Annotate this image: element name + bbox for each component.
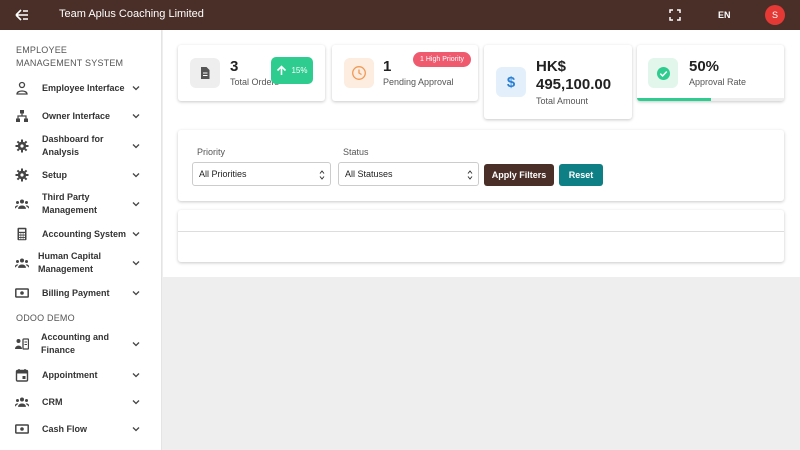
sidebar-item-owner-interface[interactable]: Owner Interface bbox=[0, 106, 160, 126]
sidebar-item-label: Human Capital Management bbox=[38, 251, 102, 274]
apply-filters-button[interactable]: Apply Filters bbox=[484, 164, 554, 186]
stat-card-total-orders: 3 Total Orders 15% bbox=[178, 45, 325, 101]
sidebar-item-label: Owner Interface bbox=[42, 111, 111, 121]
status-select[interactable]: All Statuses bbox=[338, 162, 479, 186]
stat-card-total-amount: $ HK$ 495,100.00 Total Amount bbox=[484, 45, 632, 119]
chevron-down-icon bbox=[132, 173, 140, 178]
gear-icon bbox=[15, 168, 29, 182]
chevron-down-icon bbox=[132, 114, 140, 119]
money-icon bbox=[15, 424, 29, 434]
sidebar-item-label: Billing Payment bbox=[42, 288, 110, 298]
fullscreen-icon[interactable] bbox=[669, 9, 681, 21]
chevron-down-icon bbox=[132, 427, 140, 432]
chevron-down-icon bbox=[132, 202, 140, 207]
language-switch[interactable]: EN bbox=[718, 10, 731, 20]
page-background bbox=[163, 277, 800, 450]
chevron-down-icon bbox=[132, 342, 140, 347]
select-caret-icon bbox=[319, 170, 325, 180]
approval-progress-track bbox=[637, 98, 784, 101]
check-circle-icon bbox=[648, 58, 678, 88]
pending-approval-label: Pending Approval bbox=[383, 77, 454, 87]
document-icon bbox=[190, 58, 220, 88]
calendar-icon bbox=[15, 369, 29, 382]
chevron-down-icon bbox=[132, 261, 140, 266]
sidebar-item-accounting-system[interactable]: Accounting System bbox=[0, 224, 160, 244]
select-caret-icon bbox=[467, 170, 473, 180]
sidebar-item-billing-payment[interactable]: Billing Payment bbox=[0, 283, 160, 303]
sidebar-item-setup[interactable]: Setup bbox=[0, 165, 160, 185]
section-title-odoo-demo: ODOO DEMO bbox=[16, 313, 75, 323]
results-table bbox=[178, 210, 784, 262]
sidebar-item-label: Accounting and Finance bbox=[41, 332, 109, 355]
sidebar-item-label: CRM bbox=[42, 397, 63, 407]
growth-badge: 15% bbox=[271, 57, 313, 84]
person-icon bbox=[16, 81, 28, 95]
reset-button[interactable]: Reset bbox=[559, 164, 603, 186]
status-select-value: All Statuses bbox=[345, 169, 393, 179]
approval-rate-label: Approval Rate bbox=[689, 77, 747, 87]
chevron-down-icon bbox=[132, 373, 140, 378]
group-icon bbox=[15, 397, 29, 407]
back-arrow-icon[interactable] bbox=[14, 7, 30, 23]
avatar[interactable]: S bbox=[765, 5, 785, 25]
group-icon bbox=[15, 258, 29, 268]
sidebar-item-human-capital-management[interactable]: Human Capital Management bbox=[0, 249, 160, 277]
gear-icon bbox=[15, 139, 29, 153]
sidebar-item-accounting-and-finance[interactable]: Accounting and Finance bbox=[0, 330, 160, 358]
top-bar: Team Aplus Coaching Limited EN S bbox=[0, 0, 800, 30]
chevron-down-icon bbox=[132, 144, 140, 149]
priority-filter-label: Priority bbox=[197, 147, 226, 157]
table-divider bbox=[178, 231, 784, 232]
group-icon bbox=[15, 199, 29, 209]
sidebar-item-label: Accounting System bbox=[42, 229, 127, 239]
stat-card-pending-approval: 1 Pending Approval 1 High Priority bbox=[332, 45, 478, 101]
sidebar-item-third-party-management[interactable]: Third Party Management bbox=[0, 190, 160, 218]
clock-icon bbox=[344, 58, 374, 88]
sidebar-item-label: Cash Flow bbox=[42, 424, 88, 434]
sidebar-item-label: Employee Interface bbox=[42, 83, 125, 93]
total-amount-currency: HK$ bbox=[536, 58, 567, 75]
finance-icon bbox=[15, 338, 29, 350]
sidebar-item-crm[interactable]: CRM bbox=[0, 392, 160, 412]
total-amount-label: Total Amount bbox=[536, 96, 589, 106]
status-filter-label: Status bbox=[343, 147, 369, 157]
sidebar-item-cash-flow[interactable]: Cash Flow bbox=[0, 419, 160, 439]
sidebar: EMPLOYEE MANAGEMENT SYSTEM Employee Inte… bbox=[0, 30, 162, 450]
sidebar-item-dashboard-for-analysis[interactable]: Dashboard for Analysis bbox=[0, 132, 160, 160]
approval-progress-fill bbox=[637, 98, 711, 101]
stat-card-approval-rate: 50% Approval Rate bbox=[637, 45, 784, 101]
total-amount-value: 495,100.00 bbox=[536, 76, 612, 93]
chevron-down-icon bbox=[132, 86, 140, 91]
sidebar-item-appointment[interactable]: Appointment bbox=[0, 365, 160, 385]
sidebar-item-employee-interface[interactable]: Employee Interface bbox=[0, 78, 160, 98]
chevron-down-icon bbox=[132, 291, 140, 296]
arrow-up-icon bbox=[277, 65, 287, 75]
sidebar-item-label: Appointment bbox=[42, 370, 98, 380]
sidebar-item-label: Third Party Management bbox=[42, 192, 98, 215]
money-icon bbox=[15, 288, 29, 298]
org-chart-icon bbox=[16, 110, 28, 122]
high-priority-badge: 1 High Priority bbox=[413, 52, 471, 67]
main-content: 3 Total Orders 15% 1 Pending Approval 1 … bbox=[163, 30, 800, 277]
dollar-icon: $ bbox=[496, 67, 526, 97]
section-title-employee-management: EMPLOYEE MANAGEMENT SYSTEM bbox=[16, 45, 124, 68]
sidebar-item-label: Setup bbox=[42, 170, 68, 180]
growth-badge-label: 15% bbox=[291, 66, 308, 75]
approval-rate-value: 50% bbox=[689, 58, 720, 75]
sidebar-item-label: Dashboard for Analysis bbox=[42, 134, 104, 157]
filter-panel: Priority All Priorities Status All Statu… bbox=[178, 130, 784, 201]
priority-select-value: All Priorities bbox=[199, 169, 247, 179]
chevron-down-icon bbox=[132, 400, 140, 405]
calculator-icon bbox=[17, 227, 27, 241]
app-title: Team Aplus Coaching Limited bbox=[59, 8, 204, 20]
priority-select[interactable]: All Priorities bbox=[192, 162, 331, 186]
pending-approval-value: 1 bbox=[383, 58, 392, 75]
chevron-down-icon bbox=[132, 232, 140, 237]
total-orders-value: 3 bbox=[230, 58, 239, 75]
